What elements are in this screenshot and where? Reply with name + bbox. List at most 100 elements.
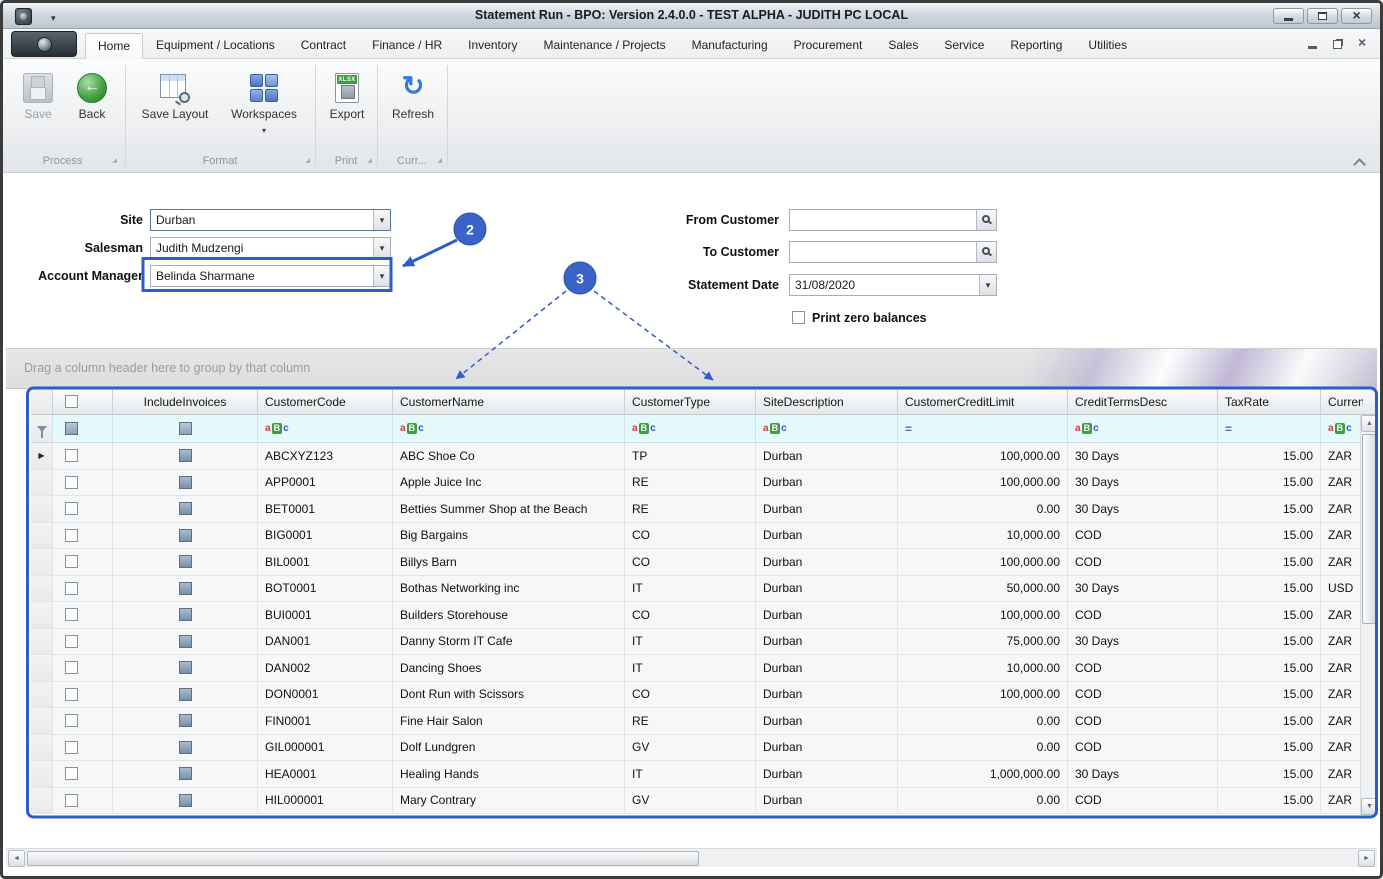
dialog-launcher-icon[interactable]	[305, 152, 310, 168]
tax-rate-cell[interactable]: 15.00	[1218, 496, 1321, 523]
site-description-cell[interactable]: Durban	[756, 629, 898, 656]
include-invoices-cell[interactable]	[113, 576, 258, 603]
back-button[interactable]: Back	[69, 67, 115, 153]
credit-limit-cell[interactable]: 0.00	[898, 708, 1068, 735]
include-invoices-checkbox[interactable]	[179, 555, 192, 568]
credit-terms-cell[interactable]: 30 Days	[1068, 576, 1218, 603]
tax-rate-cell[interactable]: 15.00	[1218, 470, 1321, 497]
tax-rate-cell[interactable]: 15.00	[1218, 655, 1321, 682]
to-customer-search-button[interactable]	[976, 242, 996, 262]
include-invoices-checkbox[interactable]	[179, 449, 192, 462]
site-description-cell[interactable]: Durban	[756, 761, 898, 788]
tax-rate-cell[interactable]: 15.00	[1218, 761, 1321, 788]
ribbon-tab[interactable]: Manufacturing	[679, 32, 781, 58]
dropdown-arrow-icon[interactable]	[979, 275, 996, 295]
customer-row[interactable]: APP0001 Apple Juice Inc RE Durban 100,00…	[31, 470, 1363, 497]
customer-type-cell[interactable]: CO	[625, 549, 756, 576]
column-header-site-description[interactable]: SiteDescription	[756, 389, 898, 415]
workspaces-button[interactable]: Workspaces	[225, 67, 303, 153]
dialog-launcher-icon[interactable]	[112, 152, 117, 168]
salesman-combobox[interactable]: Judith Mudzengi	[150, 237, 391, 259]
ribbon-tab[interactable]: Inventory	[455, 32, 530, 58]
export-button[interactable]: XLSX Export	[323, 67, 371, 153]
currency-cell[interactable]: USD	[1321, 576, 1363, 603]
tax-rate-cell[interactable]: 15.00	[1218, 735, 1321, 762]
credit-terms-cell[interactable]: COD	[1068, 788, 1218, 815]
save-button[interactable]: Save	[15, 67, 61, 153]
quick-access-caret-icon[interactable]	[51, 10, 63, 22]
site-description-cell[interactable]: Durban	[756, 470, 898, 497]
filter-cell-select[interactable]	[53, 415, 113, 443]
customer-row[interactable]: DAN002 Dancing Shoes IT Durban 10,000.00…	[31, 655, 1363, 682]
row-select-cell[interactable]	[53, 788, 113, 815]
account-manager-combobox[interactable]: Belinda Sharmane	[150, 265, 391, 287]
horizontal-scroll-thumb[interactable]	[27, 851, 699, 866]
include-invoices-cell[interactable]	[113, 629, 258, 656]
customer-row[interactable]: BET0001 Betties Summer Shop at the Beach…	[31, 496, 1363, 523]
ribbon-tab[interactable]: Finance / HR	[359, 32, 455, 58]
credit-terms-cell[interactable]: 30 Days	[1068, 629, 1218, 656]
ribbon-tab[interactable]: Maintenance / Projects	[531, 32, 679, 58]
row-select-cell[interactable]	[53, 470, 113, 497]
row-select-checkbox[interactable]	[65, 661, 78, 674]
customer-name-cell[interactable]: Dolf Lundgren	[393, 735, 625, 762]
dropdown-arrow-icon[interactable]	[373, 238, 390, 258]
include-invoices-cell[interactable]	[113, 682, 258, 709]
customer-row[interactable]: BIG0001 Big Bargains CO Durban 10,000.00…	[31, 523, 1363, 550]
customer-type-cell[interactable]: CO	[625, 682, 756, 709]
filter-cell-credit-terms-desc[interactable]: aBc	[1068, 415, 1218, 443]
app-icon[interactable]	[15, 8, 32, 25]
filter-cell-customer-code[interactable]: aBc	[258, 415, 393, 443]
row-select-cell[interactable]	[53, 761, 113, 788]
column-header-customer-code[interactable]: CustomerCode	[258, 389, 393, 415]
dialog-launcher-icon[interactable]	[437, 152, 442, 168]
customer-code-cell[interactable]: ABCXYZ123	[258, 443, 393, 470]
workspaces-dropdown-icon[interactable]	[262, 122, 266, 136]
filter-cell-currency[interactable]: aBc	[1321, 415, 1363, 443]
filter-cell-include-invoices[interactable]	[113, 415, 258, 443]
maximize-button[interactable]	[1307, 8, 1338, 24]
tax-rate-cell[interactable]: 15.00	[1218, 602, 1321, 629]
scroll-right-icon[interactable]	[1358, 850, 1375, 867]
credit-limit-cell[interactable]: 10,000.00	[898, 523, 1068, 550]
currency-cell[interactable]: ZAR	[1321, 682, 1363, 709]
tax-rate-cell[interactable]: 15.00	[1218, 549, 1321, 576]
include-invoices-checkbox[interactable]	[179, 476, 192, 489]
select-all-header-cell[interactable]	[53, 389, 113, 415]
include-invoices-cell[interactable]	[113, 470, 258, 497]
customer-code-cell[interactable]: BET0001	[258, 496, 393, 523]
site-description-cell[interactable]: Durban	[756, 788, 898, 815]
include-invoices-cell[interactable]	[113, 523, 258, 550]
row-select-checkbox[interactable]	[65, 741, 78, 754]
customer-name-cell[interactable]: Apple Juice Inc	[393, 470, 625, 497]
include-invoices-cell[interactable]	[113, 496, 258, 523]
customer-type-cell[interactable]: CO	[625, 523, 756, 550]
credit-limit-cell[interactable]: 100,000.00	[898, 470, 1068, 497]
dropdown-arrow-icon[interactable]	[373, 266, 390, 286]
document-restore-icon[interactable]	[1333, 40, 1342, 49]
site-description-cell[interactable]: Durban	[756, 523, 898, 550]
credit-terms-cell[interactable]: 30 Days	[1068, 470, 1218, 497]
column-header-customer-type[interactable]: CustomerType	[625, 389, 756, 415]
customer-row[interactable]: BUI0001 Builders Storehouse CO Durban 10…	[31, 602, 1363, 629]
customer-code-cell[interactable]: BIL0001	[258, 549, 393, 576]
credit-limit-cell[interactable]: 0.00	[898, 735, 1068, 762]
statement-date-picker[interactable]: 31/08/2020	[789, 274, 997, 296]
include-invoices-cell[interactable]	[113, 761, 258, 788]
row-select-cell[interactable]	[53, 523, 113, 550]
currency-cell[interactable]: ZAR	[1321, 735, 1363, 762]
credit-limit-cell[interactable]: 75,000.00	[898, 629, 1068, 656]
row-select-cell[interactable]	[53, 443, 113, 470]
customer-row[interactable]: BOT0001 Bothas Networking inc IT Durban …	[31, 576, 1363, 603]
include-invoices-cell[interactable]	[113, 443, 258, 470]
row-select-checkbox[interactable]	[65, 449, 78, 462]
customer-code-cell[interactable]: BIG0001	[258, 523, 393, 550]
site-description-cell[interactable]: Durban	[756, 655, 898, 682]
customer-name-cell[interactable]: Mary Contrary	[393, 788, 625, 815]
row-select-checkbox[interactable]	[65, 688, 78, 701]
customer-type-cell[interactable]: RE	[625, 496, 756, 523]
customer-code-cell[interactable]: DAN001	[258, 629, 393, 656]
row-select-cell[interactable]	[53, 708, 113, 735]
filter-checkbox[interactable]	[179, 422, 192, 435]
row-select-checkbox[interactable]	[65, 555, 78, 568]
